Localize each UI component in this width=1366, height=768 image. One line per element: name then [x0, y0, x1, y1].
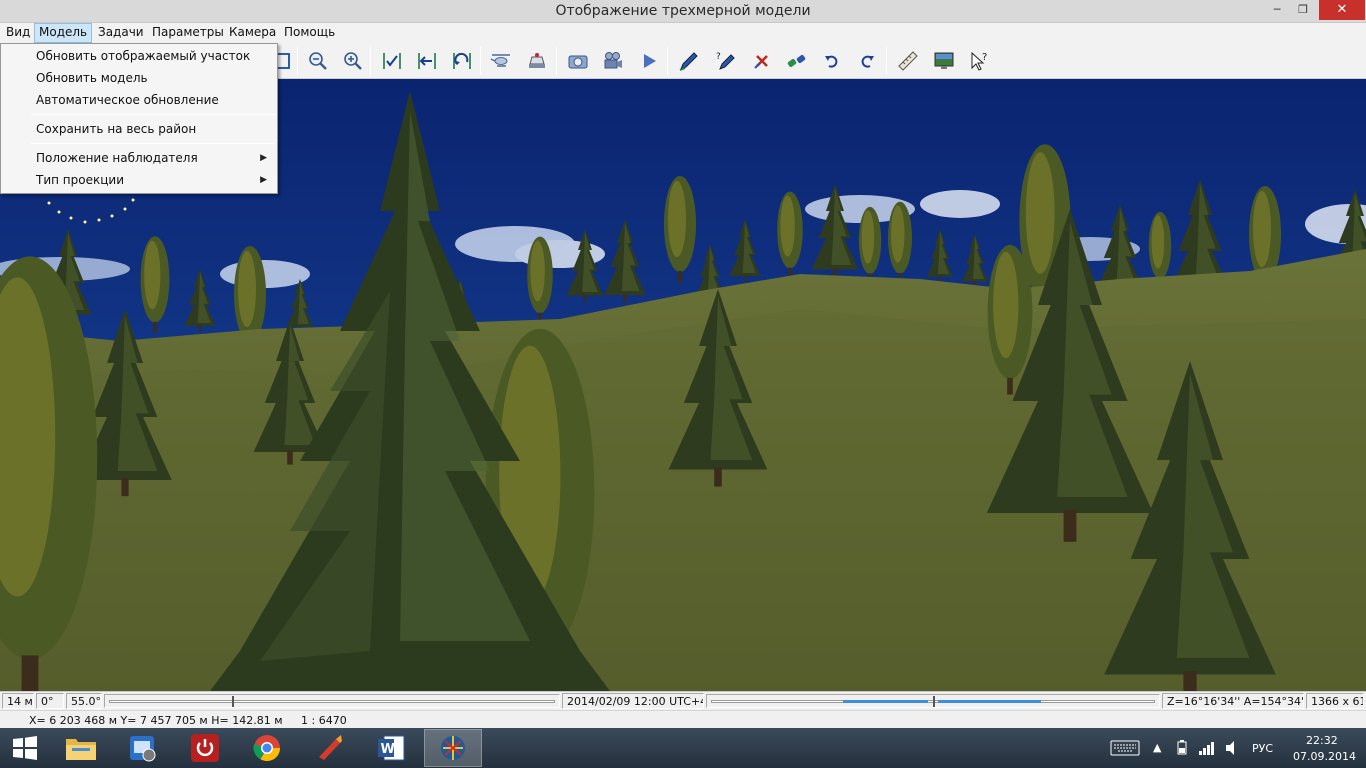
chrome-icon[interactable] — [238, 729, 296, 767]
pen-help-icon[interactable]: ? — [714, 49, 738, 73]
menu-item-auto-refresh[interactable]: Автоматическое обновление — [2, 89, 276, 111]
fov-readout: 55.0° — [66, 693, 102, 709]
menu-tasks[interactable]: Задачи — [94, 23, 148, 43]
svg-text:?: ? — [982, 52, 987, 63]
title-bar: Отображение трехмерной модели ─ ❐ ✕ — [0, 0, 1366, 23]
coordinates-readout: X= 6 203 468 м Y= 7 457 705 м H= 142.81 … — [29, 714, 283, 727]
ccleaner-icon[interactable] — [300, 729, 358, 767]
keyboard-icon[interactable] — [1110, 740, 1140, 760]
vehicle-icon[interactable] — [525, 49, 549, 73]
position-slider[interactable] — [104, 694, 560, 708]
help-pointer-icon[interactable]: ? — [967, 49, 991, 73]
volume-icon[interactable] — [1224, 740, 1242, 760]
zoom-in-icon[interactable] — [341, 49, 365, 73]
delete-icon[interactable] — [750, 49, 774, 73]
menu-item-refresh-model[interactable]: Обновить модель — [2, 67, 276, 89]
menu-help[interactable]: Помощь — [280, 23, 339, 43]
datetime-readout: 2014/02/09 12:00 UTC+4 — [562, 693, 704, 709]
pen-icon[interactable] — [677, 49, 701, 73]
resolution-readout: 1366 x 611 — [1306, 693, 1364, 709]
taskbar: W ▲ РУС 22:32 07.09.2014 — [0, 728, 1366, 768]
svg-text:?: ? — [716, 52, 721, 62]
clock-time[interactable]: 22:32 — [1306, 734, 1338, 747]
menu-item-refresh-area[interactable]: Обновить отображаемый участок — [2, 45, 276, 67]
word-icon[interactable]: W — [362, 729, 420, 767]
submenu-arrow-icon: ▶ — [260, 153, 267, 163]
menu-item-observer-position[interactable]: Положение наблюдателя ▶ — [2, 147, 276, 169]
submenu-arrow-icon: ▶ — [260, 175, 267, 185]
movie-camera-icon[interactable] — [601, 49, 625, 73]
menu-bar: Вид Модель Задачи Параметры Камера Помощ… — [0, 23, 1366, 43]
scale-readout: 1 : 6470 — [301, 714, 347, 727]
redo-icon[interactable] — [855, 49, 879, 73]
show-hidden-icons[interactable]: ▲ — [1153, 741, 1161, 754]
windows-logo-icon — [13, 736, 37, 760]
language-indicator[interactable]: РУС — [1252, 742, 1273, 755]
play-icon[interactable] — [637, 49, 661, 73]
monitor-icon[interactable] — [932, 49, 956, 73]
time-range-thumb[interactable] — [933, 696, 935, 707]
menu-model[interactable]: Модель — [34, 23, 93, 43]
network-icon[interactable] — [1198, 740, 1216, 760]
menu-camera[interactable]: Камера — [225, 23, 280, 43]
status-bar-top: 14 м 0° 55.0° 2014/02/09 12:00 UTC+4 Z=1… — [0, 691, 1366, 710]
menu-item-save-district[interactable]: Сохранить на весь район — [2, 118, 276, 140]
reset-view-icon[interactable] — [450, 49, 474, 73]
undo-icon[interactable] — [820, 49, 844, 73]
fit-view-icon[interactable] — [380, 49, 404, 73]
menu-parameters[interactable]: Параметры — [148, 23, 228, 43]
window-title: Отображение трехмерной модели — [555, 3, 811, 19]
distance-readout: 14 м — [2, 693, 34, 709]
clock-date[interactable]: 07.09.2014 — [1293, 750, 1356, 763]
svg-text:W: W — [381, 742, 395, 757]
zoom-out-icon[interactable] — [306, 49, 330, 73]
close-icon[interactable]: ✕ — [1319, 0, 1365, 20]
model-dropdown-menu: Обновить отображаемый участок Обновить м… — [0, 43, 278, 194]
minimize-icon[interactable]: ─ — [1264, 0, 1290, 20]
camera-icon[interactable] — [566, 49, 590, 73]
restore-icon[interactable]: ❐ — [1290, 0, 1316, 20]
control-panel-icon[interactable] — [114, 729, 172, 767]
battery-icon[interactable] — [1174, 740, 1192, 760]
menu-item-projection-type[interactable]: Тип проекции ▶ — [2, 169, 276, 191]
3d-model-app-icon[interactable] — [424, 729, 482, 767]
file-explorer-icon[interactable] — [52, 729, 110, 767]
start-button[interactable] — [0, 729, 50, 767]
position-slider-thumb[interactable] — [232, 696, 235, 707]
angle-readout: 0° — [36, 693, 64, 709]
orientation-readout: Z=16°16'34'' A=154°34'57'' — [1162, 693, 1304, 709]
menu-view[interactable]: Вид — [2, 23, 34, 43]
helicopter-icon[interactable] — [489, 49, 513, 73]
link-icon[interactable] — [785, 49, 809, 73]
menu-separator — [31, 114, 275, 115]
status-bar-bottom: X= 6 203 468 м Y= 7 457 705 м H= 142.81 … — [0, 710, 1366, 728]
time-range-slider[interactable] — [706, 694, 1160, 708]
power-icon[interactable] — [176, 729, 234, 767]
menu-separator — [31, 143, 275, 144]
back-view-icon[interactable] — [415, 49, 439, 73]
ruler-icon[interactable] — [896, 49, 920, 73]
